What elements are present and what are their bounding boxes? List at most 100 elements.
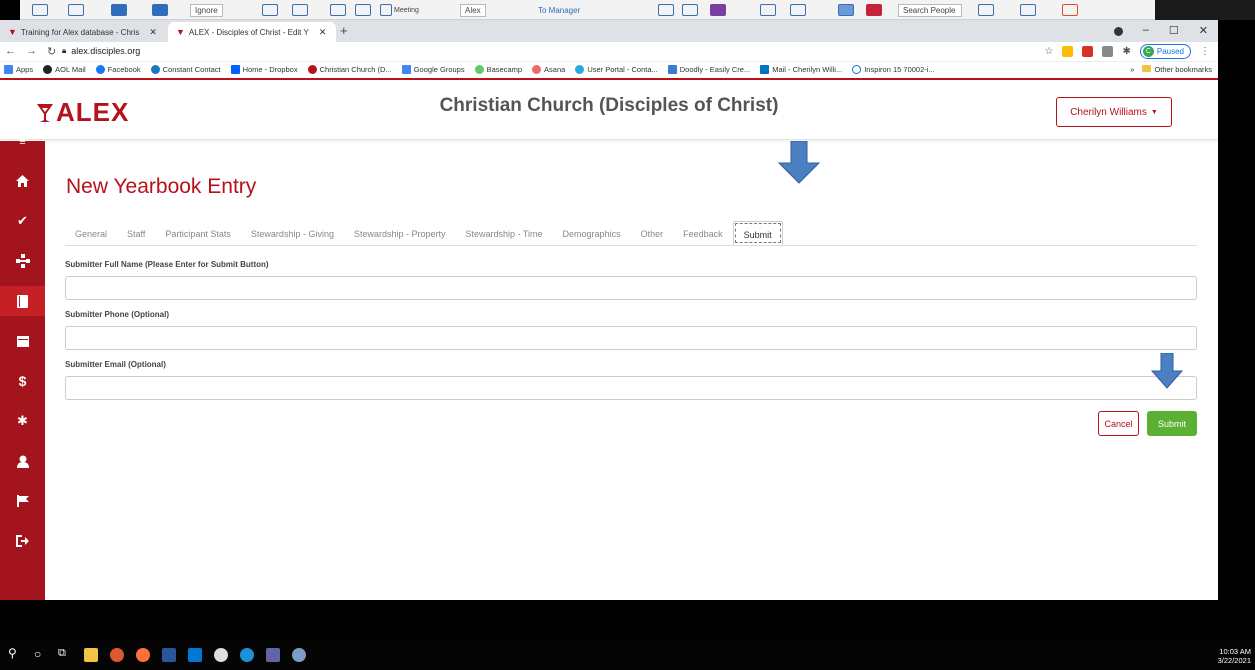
alex-quickstep[interactable]: Alex xyxy=(460,3,486,17)
bookmark-facebook[interactable]: Facebook xyxy=(95,65,141,74)
tag-icon[interactable] xyxy=(790,3,806,17)
back-icon[interactable]: ← xyxy=(5,45,16,58)
bookmark-asana[interactable]: Asana xyxy=(532,65,565,74)
user-icon[interactable] xyxy=(0,446,45,476)
reply-all-icon[interactable] xyxy=(355,3,371,17)
to-manager-quickstep[interactable]: To Manager xyxy=(538,3,580,17)
clock[interactable]: 10:03 AM 3/22/2021 xyxy=(1218,647,1251,665)
app-icon[interactable] xyxy=(214,648,228,662)
hamburger-menu-icon[interactable]: ≡ xyxy=(0,135,45,149)
dollar-icon[interactable]: $ xyxy=(0,366,45,396)
read-aloud-icon[interactable] xyxy=(978,3,994,17)
bookmark-christian-church[interactable]: Christian Church (D... xyxy=(307,65,392,74)
cancel-button[interactable]: Cancel xyxy=(1098,411,1139,436)
email-input[interactable] xyxy=(65,376,1197,400)
file-explorer-icon[interactable] xyxy=(84,648,98,662)
ignore-button[interactable]: Ignore xyxy=(190,3,223,17)
check-icon[interactable]: ✔ xyxy=(0,206,45,236)
calendar-icon[interactable] xyxy=(111,3,127,17)
sign-out-icon[interactable] xyxy=(0,526,45,556)
bookmark-apps[interactable]: Apps xyxy=(4,65,33,74)
tab-submit[interactable]: Submit xyxy=(732,221,783,245)
search-people-input[interactable]: Search People xyxy=(898,3,962,17)
submit-button[interactable]: Submit xyxy=(1147,411,1197,436)
cortana-icon[interactable]: ○ xyxy=(34,647,41,661)
forward-icon[interactable]: → xyxy=(26,45,37,58)
calendar-alt-icon[interactable] xyxy=(152,3,168,17)
maximize-icon[interactable]: ☐ xyxy=(1169,24,1179,37)
user-menu-button[interactable]: Cherilyn Williams ▼ xyxy=(1056,97,1172,127)
bookmark-constant-contact[interactable]: Constant Contact xyxy=(150,65,221,74)
reply-icon[interactable] xyxy=(330,3,346,17)
bookmark-dropbox[interactable]: Home - Dropbox xyxy=(230,65,298,74)
zoom-icon[interactable] xyxy=(292,648,306,662)
bookmark-list: Apps AOL Mail Facebook Constant Contact … xyxy=(4,65,935,74)
bookmark-doodly[interactable]: Doodly - Easily Cre... xyxy=(667,65,750,74)
email-icon[interactable] xyxy=(32,3,48,17)
bookmark-inspiron[interactable]: Inspiron 15 70002-i... xyxy=(852,65,935,74)
menu-dots-icon[interactable]: ⋮ xyxy=(1200,46,1210,57)
tab-other[interactable]: Other xyxy=(631,221,674,245)
address-bar[interactable]: 🔒︎ alex.disciples.org xyxy=(62,46,140,56)
star-icon[interactable]: ☆ xyxy=(1045,46,1054,57)
bookmark-aol-mail[interactable]: AOL Mail xyxy=(43,65,86,74)
word-icon[interactable] xyxy=(162,648,176,662)
search-icon[interactable]: ⚲ xyxy=(8,646,17,660)
calendar-icon[interactable] xyxy=(0,326,45,356)
rules-icon[interactable] xyxy=(682,3,698,17)
browser-tab-alex[interactable]: ▼ ALEX - Disciples of Christ - Edit Y ✕ xyxy=(168,22,336,42)
meeting-button[interactable]: Meeting xyxy=(380,3,419,17)
print-icon[interactable] xyxy=(68,3,84,17)
reload-icon[interactable]: ↻ xyxy=(47,45,56,58)
translate-icon[interactable] xyxy=(1020,3,1036,17)
sitemap-icon[interactable] xyxy=(0,246,45,276)
teams-icon[interactable] xyxy=(266,648,280,662)
browser-window: ▼ Training for Alex database - Chris ✕ ▼… xyxy=(0,20,1218,600)
close-window-icon[interactable]: ✕ xyxy=(1199,24,1208,37)
tab-demographics[interactable]: Demographics xyxy=(553,221,631,245)
full-name-input[interactable] xyxy=(65,276,1197,300)
archive-icon[interactable] xyxy=(292,3,308,17)
more-bookmarks-icon[interactable]: » xyxy=(1130,65,1134,74)
bookmark-google-groups[interactable]: Google Groups xyxy=(401,65,465,74)
tab-stewardship-time[interactable]: Stewardship - Time xyxy=(456,221,553,245)
minimize-icon[interactable]: – xyxy=(1143,24,1149,37)
tab-feedback[interactable]: Feedback xyxy=(673,221,733,245)
book-icon[interactable] xyxy=(0,286,45,316)
outlook-icon[interactable] xyxy=(188,648,202,662)
onenote-icon[interactable] xyxy=(710,3,726,17)
unread-icon[interactable] xyxy=(760,3,776,17)
close-tab-icon[interactable]: ✕ xyxy=(149,27,157,38)
close-tab-icon[interactable]: ✕ xyxy=(319,27,327,38)
pdf-extension-icon[interactable] xyxy=(1082,46,1094,57)
bookmark-user-portal[interactable]: User Portal - Conta... xyxy=(575,65,658,74)
tab-stewardship-property[interactable]: Stewardship - Property xyxy=(344,221,456,245)
bookmark-mail[interactable]: Mail - Cherilyn Willi... xyxy=(760,65,842,74)
task-view-icon[interactable]: ⧉ xyxy=(58,647,66,660)
addins-icon[interactable] xyxy=(1062,3,1078,17)
move-icon[interactable] xyxy=(658,3,674,17)
firefox-icon[interactable] xyxy=(136,648,150,662)
flag-icon[interactable] xyxy=(0,486,45,516)
category-icon[interactable] xyxy=(838,3,854,17)
tab-stewardship-giving[interactable]: Stewardship - Giving xyxy=(241,221,344,245)
bookmark-basecamp[interactable]: Basecamp xyxy=(474,65,522,74)
chrome-icon[interactable] xyxy=(110,648,124,662)
tab-staff[interactable]: Staff xyxy=(117,221,155,245)
profile-button[interactable]: C Paused xyxy=(1139,44,1191,59)
flag-icon[interactable] xyxy=(866,3,882,17)
puzzle-icon[interactable]: ✱ xyxy=(1122,46,1130,57)
record-icon[interactable] xyxy=(1113,27,1123,36)
edge-icon[interactable] xyxy=(240,648,254,662)
other-bookmarks[interactable]: Other bookmarks xyxy=(1142,65,1212,74)
home-icon[interactable] xyxy=(0,166,45,196)
new-tab-icon[interactable]: + xyxy=(340,23,348,38)
grammar-extension-icon[interactable] xyxy=(1102,46,1114,57)
delete-icon[interactable] xyxy=(262,3,278,17)
drive-extension-icon[interactable] xyxy=(1062,46,1074,57)
gear-icon[interactable]: ✱ xyxy=(0,406,45,436)
browser-tab-training[interactable]: ▼ Training for Alex database - Chris ✕ xyxy=(0,22,170,42)
tab-participant-stats[interactable]: Participant Stats xyxy=(155,221,241,245)
phone-input[interactable] xyxy=(65,326,1197,350)
tab-general[interactable]: General xyxy=(65,221,117,245)
